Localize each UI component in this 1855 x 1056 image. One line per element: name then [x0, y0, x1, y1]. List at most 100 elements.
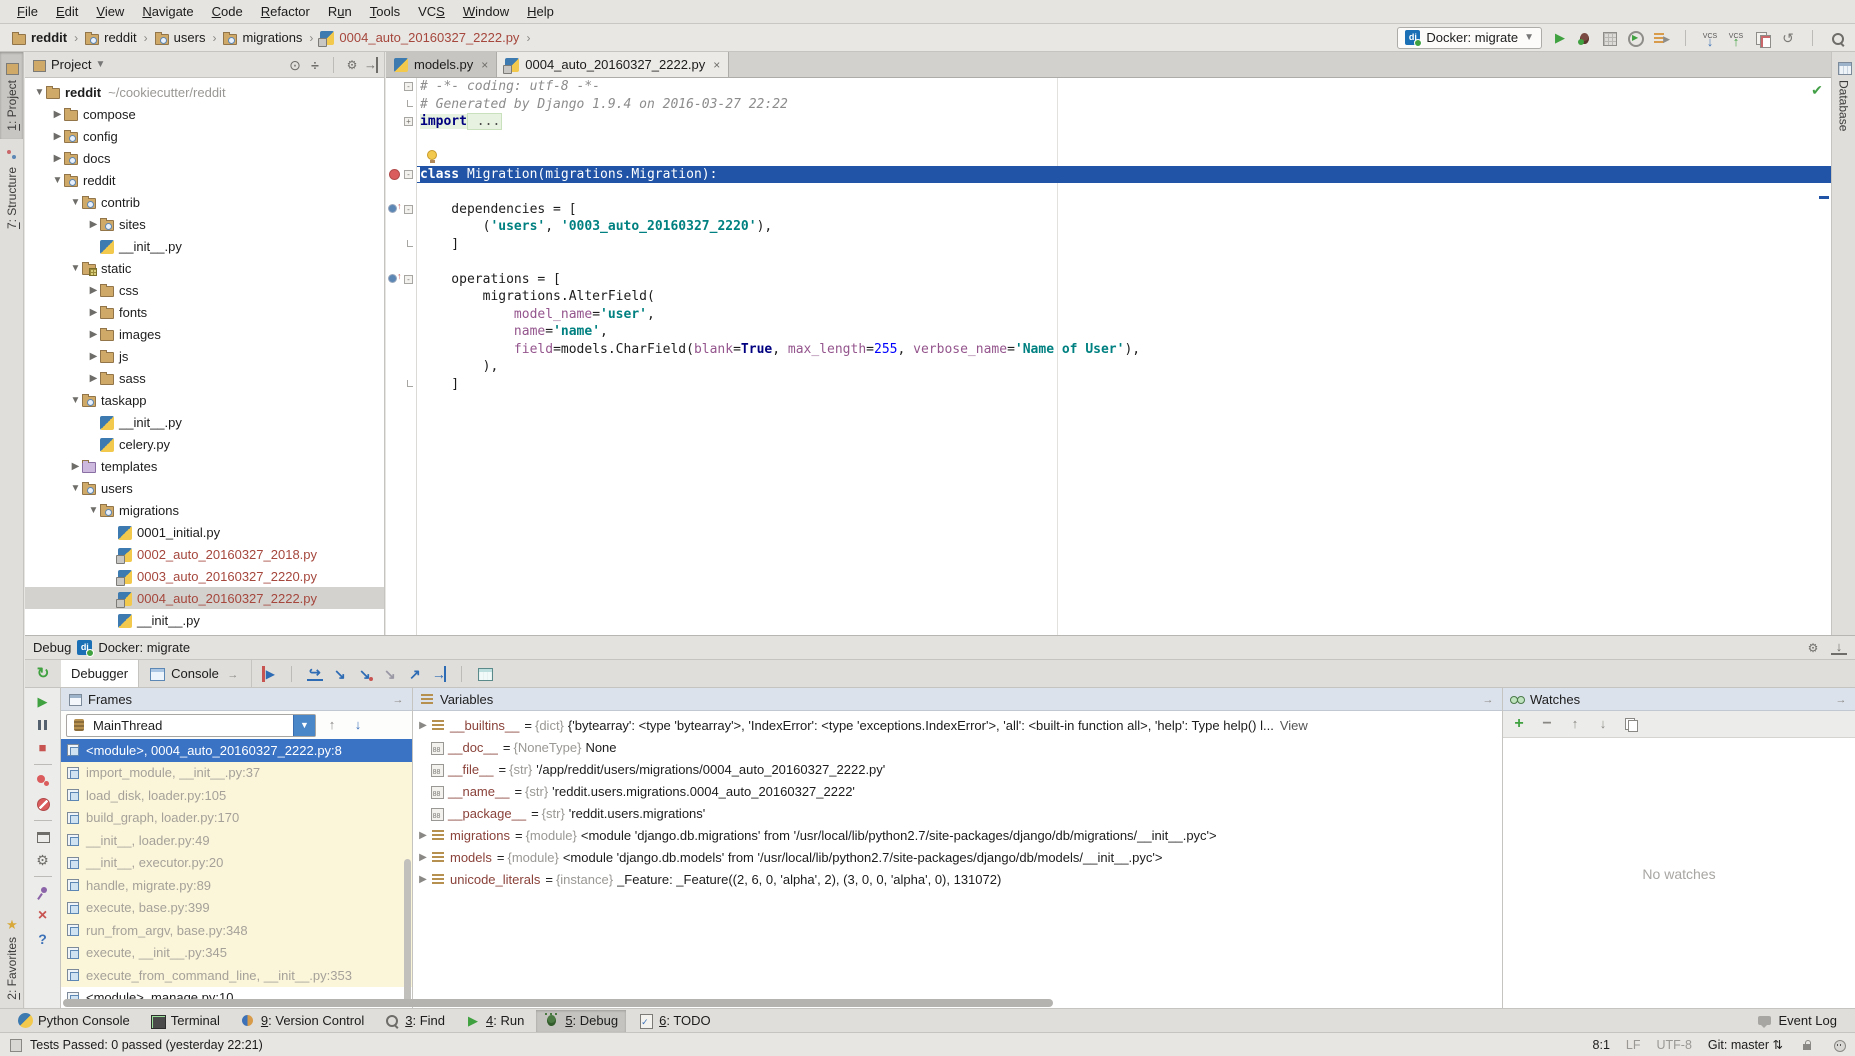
- stripe-button-database[interactable]: Database: [1832, 52, 1855, 139]
- run-icon[interactable]: [1552, 30, 1568, 46]
- variable-row[interactable]: ▶__builtins__={dict}{'bytearray': <type …: [413, 714, 1502, 736]
- tree-chevron-icon[interactable]: ▶: [69, 461, 82, 472]
- tree-chevron-icon[interactable]: ▼: [69, 483, 82, 494]
- override-marker-icon[interactable]: [388, 204, 397, 213]
- override-marker-icon[interactable]: [388, 274, 397, 283]
- step-into-my-code-icon[interactable]: [357, 666, 373, 682]
- variable-row[interactable]: ▶migrations={module}<module 'django.db.m…: [413, 824, 1502, 846]
- tree-item-taskapp[interactable]: ▼taskapp: [25, 389, 384, 411]
- menu-run[interactable]: Run: [319, 2, 361, 21]
- frame-row[interactable]: __init__, executor.py:20: [61, 852, 412, 875]
- variable-row[interactable]: __doc__={NoneType}None: [413, 736, 1502, 758]
- tree-item-js[interactable]: ▶js: [25, 345, 384, 367]
- run-configuration-selector[interactable]: dj Docker: migrate ▼: [1397, 27, 1542, 49]
- tree-item-docs[interactable]: ▶docs: [25, 147, 384, 169]
- debug-tab-console[interactable]: Console: [139, 660, 252, 687]
- tree-item--init-py[interactable]: __init__.py: [25, 609, 384, 631]
- hide-down-icon[interactable]: [1831, 641, 1847, 655]
- move-up-icon[interactable]: [1567, 716, 1583, 732]
- frame-row[interactable]: execute, __init__.py:345: [61, 942, 412, 965]
- fold-marker-icon[interactable]: -: [404, 205, 413, 214]
- menu-help[interactable]: Help: [518, 2, 563, 21]
- menu-vcs[interactable]: VCS: [409, 2, 454, 21]
- breadcrumb-item[interactable]: 0004_auto_20160327_2222.py: [316, 29, 523, 46]
- menu-edit[interactable]: Edit: [47, 2, 87, 21]
- breakpoint-icon[interactable]: [389, 169, 400, 180]
- frames-scrollbar[interactable]: [404, 859, 411, 1004]
- variable-expand-icon[interactable]: ▶: [416, 830, 430, 841]
- variable-expand-icon[interactable]: ▶: [416, 874, 430, 885]
- locate-icon[interactable]: [287, 57, 303, 73]
- tree-item-fonts[interactable]: ▶fonts: [25, 301, 384, 323]
- thread-selector[interactable]: MainThread ▼: [66, 714, 316, 737]
- tree-chevron-icon[interactable]: ▶: [51, 131, 64, 142]
- menu-code[interactable]: Code: [203, 2, 252, 21]
- breadcrumb-item[interactable]: reddit: [81, 29, 141, 46]
- tree-chevron-icon[interactable]: ▶: [87, 285, 100, 296]
- tree-chevron-icon[interactable]: ▶: [87, 373, 100, 384]
- menu-window[interactable]: Window: [454, 2, 518, 21]
- tree-item-config[interactable]: ▶config: [25, 125, 384, 147]
- tree-item-sites[interactable]: ▶sites: [25, 213, 384, 235]
- chevron-down-icon[interactable]: ▼: [95, 59, 105, 70]
- variable-row[interactable]: __file__={str}'/app/reddit/users/migrati…: [413, 758, 1502, 780]
- tree-item-compose[interactable]: ▶compose: [25, 103, 384, 125]
- collapse-all-icon[interactable]: [307, 57, 323, 73]
- resume-icon[interactable]: [35, 694, 51, 710]
- stripe-button-project[interactable]: 1: Project: [0, 52, 23, 139]
- frame-row[interactable]: execute, base.py:399: [61, 897, 412, 920]
- up-icon[interactable]: [324, 717, 340, 733]
- toolwindow-button-versioncontrol[interactable]: 9: Version Control: [232, 1010, 372, 1032]
- tree-item-reddit[interactable]: ▼reddit: [25, 169, 384, 191]
- tree-item-static[interactable]: ▼static: [25, 257, 384, 279]
- tree-chevron-icon[interactable]: ▶: [87, 219, 100, 230]
- step-into-icon[interactable]: [332, 666, 348, 682]
- tree-item--init-py[interactable]: __init__.py: [25, 235, 384, 257]
- editor-gutter[interactable]: -+---: [386, 78, 417, 635]
- run-configs-icon[interactable]: [1653, 30, 1669, 46]
- toolwindow-button-pythonconsole[interactable]: Python Console: [10, 1010, 138, 1032]
- chevron-down-icon[interactable]: ▼: [293, 715, 315, 736]
- editor-tab-0004-auto-20160327-2222-py[interactable]: 0004_auto_20160327_2222.py×: [497, 52, 729, 77]
- fold-marker-icon[interactable]: [407, 240, 413, 247]
- tree-item-0002-auto-20160327-2018-py[interactable]: 0002_auto_20160327_2018.py: [25, 543, 384, 565]
- diff-icon[interactable]: [1754, 30, 1770, 46]
- frame-row[interactable]: load_disk, loader.py:105: [61, 784, 412, 807]
- vcs-update-icon[interactable]: [1702, 30, 1718, 46]
- float-panel-icon[interactable]: [1833, 691, 1849, 707]
- duplicate-icon[interactable]: [1623, 716, 1639, 732]
- tree-item-images[interactable]: ▶images: [25, 323, 384, 345]
- tree-item-0003-auto-20160327-2220-py[interactable]: 0003_auto_20160327_2220.py: [25, 565, 384, 587]
- gear-icon[interactable]: [35, 852, 51, 868]
- toolwindow-button-terminal[interactable]: Terminal: [142, 1010, 228, 1032]
- status-item-lf[interactable]: LF: [1626, 1038, 1641, 1052]
- tree-item-users[interactable]: ▼users: [25, 477, 384, 499]
- tree-item-templates[interactable]: ▶templates: [25, 455, 384, 477]
- fold-marker-icon[interactable]: +: [404, 117, 413, 126]
- gear-small-icon[interactable]: [1805, 640, 1821, 656]
- remove-icon[interactable]: [1539, 716, 1555, 732]
- variable-row[interactable]: __package__={str}'reddit.users.migration…: [413, 802, 1502, 824]
- tree-chevron-icon[interactable]: ▼: [87, 505, 100, 516]
- pin-icon[interactable]: [35, 885, 51, 901]
- hide-icon[interactable]: [364, 57, 378, 73]
- status-item-git-master[interactable]: Git: master ⇅: [1708, 1037, 1783, 1052]
- variable-expand-icon[interactable]: ▶: [416, 720, 430, 731]
- view-breakpoints-icon[interactable]: [35, 773, 51, 789]
- tree-item-sass[interactable]: ▶sass: [25, 367, 384, 389]
- stop-icon[interactable]: [35, 740, 51, 756]
- toolwindow-button-find[interactable]: 3: Find: [376, 1010, 453, 1032]
- lock-icon[interactable]: [1799, 1037, 1815, 1053]
- move-down-icon[interactable]: [1595, 716, 1611, 732]
- tree-chevron-icon[interactable]: ▼: [33, 87, 46, 98]
- frame-row[interactable]: __init__, loader.py:49: [61, 829, 412, 852]
- tree-chevron-icon[interactable]: ▶: [51, 153, 64, 164]
- toolwindow-button-todo[interactable]: 6: TODO: [630, 1010, 719, 1032]
- step-out-icon[interactable]: [407, 666, 423, 682]
- fold-marker-icon[interactable]: -: [404, 170, 413, 179]
- toolwindow-button-eventlog[interactable]: Event Log: [1749, 1010, 1845, 1032]
- show-execution-point-icon[interactable]: [262, 666, 276, 682]
- variable-row[interactable]: __name__={str}'reddit.users.migrations.0…: [413, 780, 1502, 802]
- menu-tools[interactable]: Tools: [361, 2, 409, 21]
- mute-breakpoints-icon[interactable]: [35, 796, 51, 812]
